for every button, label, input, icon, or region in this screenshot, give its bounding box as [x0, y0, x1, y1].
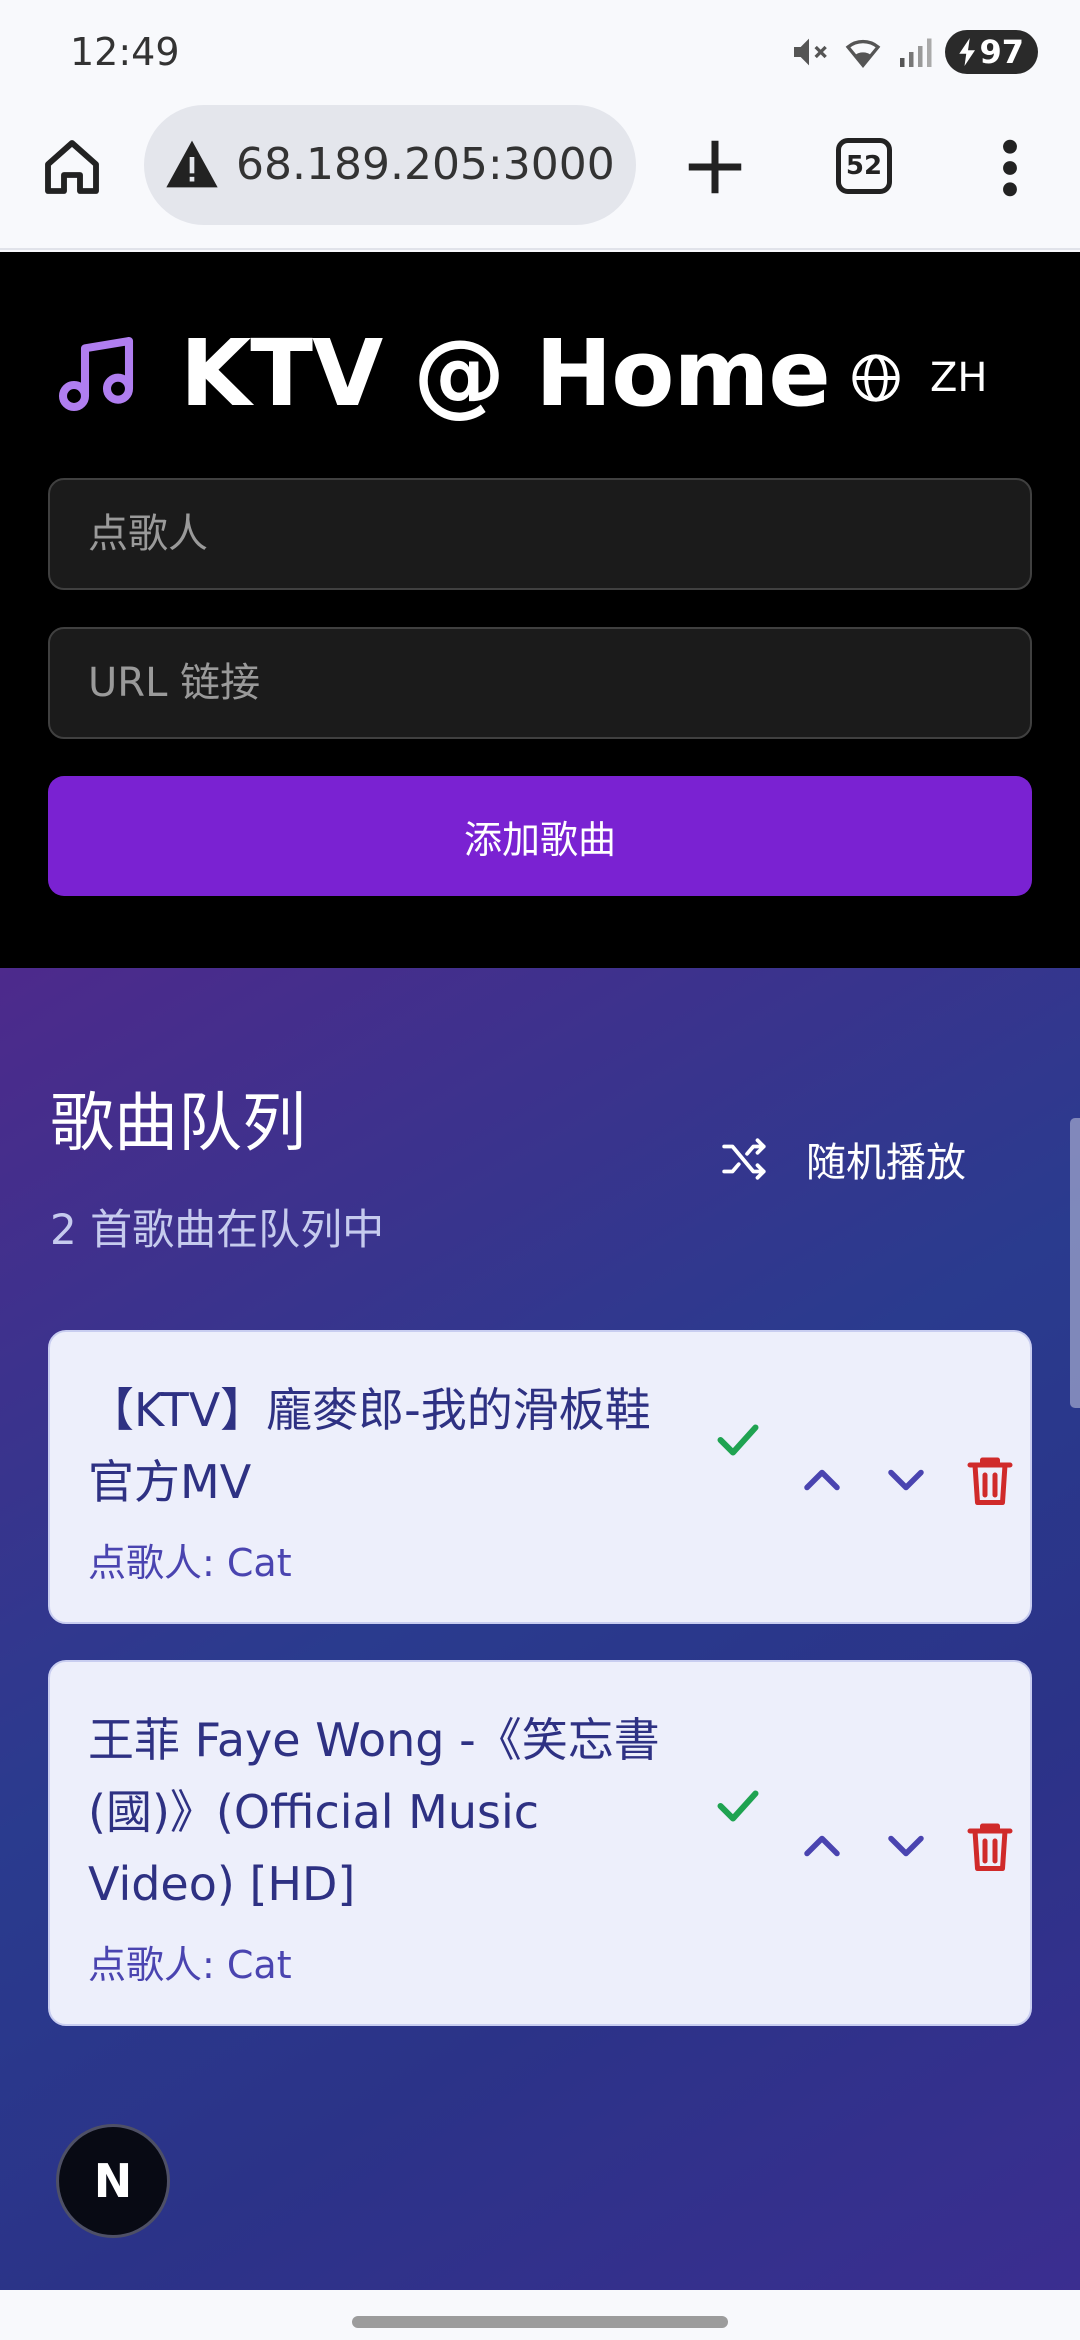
status-icons: 97 [789, 30, 1038, 74]
warning-icon[interactable] [164, 138, 220, 190]
globe-icon[interactable] [850, 352, 902, 404]
singer-input[interactable] [48, 478, 1032, 590]
url-input[interactable] [48, 627, 1032, 739]
song-singer: 点歌人: Cat [88, 1541, 292, 1585]
wifi-icon [846, 39, 881, 68]
more-menu-icon[interactable] [990, 136, 1030, 200]
move-up-icon[interactable] [792, 1450, 852, 1510]
home-gesture-handle[interactable] [352, 2316, 728, 2328]
queue-item: 王菲 Faye Wong -《笑忘書(國)》(Official Music Vi… [48, 1660, 1032, 2026]
queue-title: 歌曲队列 [50, 1087, 306, 1161]
signal-icon [900, 38, 932, 67]
badge-letter: N [93, 2154, 133, 2208]
app-header: KTV @ Home ZH 添加歌曲 [0, 252, 1080, 968]
mute-icon [794, 38, 828, 66]
app-title: KTV @ Home [180, 320, 831, 427]
language-switcher[interactable]: ZH [850, 352, 987, 404]
tab-count: 52 [845, 151, 883, 181]
move-up-icon[interactable] [792, 1816, 852, 1876]
status-bar: 12:49 97 [0, 0, 1080, 100]
battery-level: 97 [979, 33, 1024, 71]
move-down-icon[interactable] [876, 1816, 936, 1876]
song-queue-section: 歌曲队列 2 首歌曲在队列中 随机播放 【KTV】龐麥郎-我的滑板鞋官方MV 点… [0, 968, 1080, 2290]
song-singer: 点歌人: Cat [88, 1943, 292, 1987]
battery-indicator: 97 [945, 30, 1038, 74]
home-icon[interactable] [40, 135, 104, 199]
charging-icon [959, 38, 976, 66]
queue-count: 2 首歌曲在队列中 [50, 1205, 385, 1254]
status-time: 12:49 [70, 30, 180, 74]
music-note-icon [58, 336, 134, 412]
add-song-button[interactable]: 添加歌曲 [48, 776, 1032, 896]
shuffle-label[interactable]: 随机播放 [806, 1130, 966, 1188]
browser-toolbar: 68.189.205:3000 52 [0, 100, 1080, 250]
language-label[interactable]: ZH [930, 355, 987, 401]
song-title: 王菲 Faye Wong -《笑忘書(國)》(Official Music Vi… [88, 1713, 660, 1911]
url-text[interactable]: 68.189.205:3000 [236, 139, 616, 190]
tab-switcher-button[interactable]: 52 [836, 138, 892, 194]
address-bar[interactable]: 68.189.205:3000 [144, 105, 636, 225]
shuffle-icon[interactable] [720, 1134, 770, 1184]
move-down-icon[interactable] [876, 1450, 936, 1510]
shuffle-button[interactable]: 随机播放 [720, 1130, 966, 1188]
queue-item: 【KTV】龐麥郎-我的滑板鞋官方MV 点歌人: Cat [48, 1330, 1032, 1624]
scrollbar[interactable] [1070, 1118, 1080, 1408]
gesture-nav-bar [0, 2290, 1080, 2340]
song-title: 【KTV】龐麥郎-我的滑板鞋官方MV [88, 1383, 651, 1509]
delete-icon[interactable] [960, 1450, 1020, 1510]
new-tab-icon[interactable] [680, 132, 750, 202]
play-check-icon[interactable] [708, 1776, 768, 1836]
delete-icon[interactable] [960, 1816, 1020, 1876]
nextjs-dev-badge[interactable]: N [56, 2124, 170, 2238]
play-check-icon[interactable] [708, 1410, 768, 1470]
